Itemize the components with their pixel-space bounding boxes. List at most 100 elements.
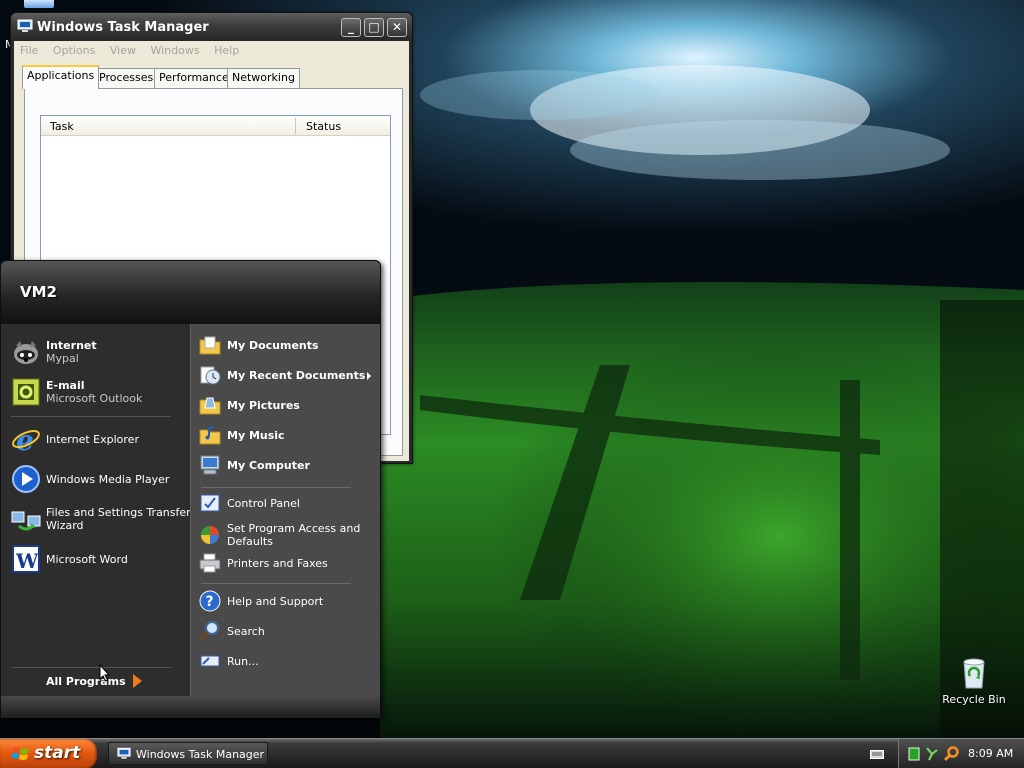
documents-folder-icon: [199, 336, 221, 355]
all-programs-arrow-icon: [133, 674, 142, 688]
setting-control-panel-label: Control Panel: [227, 497, 300, 510]
start-menu-footer: [1, 696, 380, 718]
system-run[interactable]: Run...: [199, 650, 377, 676]
transfer-wizard-icon: [11, 511, 41, 531]
pinned-internet-subtitle: Mypal: [46, 352, 79, 365]
places-separator: [201, 487, 351, 488]
search-tray-icon[interactable]: [944, 746, 960, 762]
setting-printers-faxes-label: Printers and Faxes: [227, 557, 328, 570]
task-list-header: Task Status: [41, 116, 390, 136]
svg-text:e: e: [16, 424, 34, 454]
pinned-separator: [11, 416, 171, 417]
setting-printers-faxes[interactable]: Printers and Faxes: [199, 552, 377, 578]
recycle-bin-label: Recycle Bin: [942, 693, 1006, 706]
music-folder-icon: [199, 426, 221, 445]
program-microsoft-word-label: Microsoft Word: [46, 553, 128, 566]
program-microsoft-word[interactable]: W Microsoft Word: [11, 544, 186, 576]
menu-windows[interactable]: Windows: [150, 41, 199, 61]
menu-options[interactable]: Options: [53, 41, 95, 61]
setting-program-access-label: Set Program Access and: [227, 522, 361, 535]
recycle-bin[interactable]: Recycle Bin: [934, 656, 1014, 706]
column-status[interactable]: Status: [306, 120, 341, 133]
word-icon: W: [12, 545, 40, 573]
recycle-bin-icon: [963, 658, 985, 689]
place-my-recent-documents-label: My Recent Documents: [227, 369, 366, 382]
pinned-internet[interactable]: Internet Mypal: [11, 337, 186, 369]
windows-flag-icon: [12, 747, 29, 760]
setting-program-access-label-line2: Defaults: [227, 535, 273, 548]
tab-applications[interactable]: Applications: [22, 65, 100, 89]
column-separator[interactable]: [295, 118, 296, 134]
place-my-documents[interactable]: My Documents: [199, 334, 377, 360]
place-my-music[interactable]: My Music: [199, 424, 377, 450]
clock[interactable]: 8:09 AM: [968, 747, 1013, 760]
taskbar-button-label: Windows Task Manager: [136, 748, 265, 761]
media-player-icon: [12, 465, 40, 493]
internet-explorer-icon: e: [12, 424, 40, 454]
place-my-computer[interactable]: My Computer: [199, 454, 377, 480]
recent-documents-icon: [200, 366, 221, 385]
green-status-icon[interactable]: [908, 747, 920, 761]
svg-text:W: W: [15, 549, 39, 573]
control-panel-icon: [200, 494, 220, 512]
computer-icon: [200, 455, 220, 475]
taskbar-button-task-manager[interactable]: Windows Task Manager: [108, 742, 268, 765]
system-help-support-label: Help and Support: [227, 595, 324, 608]
place-my-documents-label: My Documents: [227, 339, 319, 352]
task-manager-titlebar[interactable]: Windows Task Manager _ □ ✕: [11, 13, 412, 41]
place-my-pictures-label: My Pictures: [227, 399, 300, 412]
user-name: VM2: [20, 283, 57, 301]
setting-program-access[interactable]: Set Program Access and Defaults: [199, 520, 377, 550]
program-transfer-wizard-label-line2: Wizard: [46, 519, 84, 532]
svg-text:?: ?: [206, 594, 214, 610]
taskbar: start Windows Task Manager 8:09 AM: [0, 738, 1024, 768]
column-task[interactable]: Task: [50, 120, 74, 133]
pictures-folder-icon: [199, 397, 221, 415]
close-button[interactable]: ✕: [387, 18, 407, 37]
place-my-computer-label: My Computer: [227, 459, 310, 472]
start-button[interactable]: start: [0, 739, 97, 768]
submenu-arrow-icon: [367, 372, 371, 380]
system-tray: 8:09 AM: [898, 739, 1024, 768]
system-help-support[interactable]: ? Help and Support: [199, 590, 377, 616]
tab-processes[interactable]: Processes: [94, 68, 159, 88]
system-search[interactable]: Search: [199, 620, 377, 646]
tab-performance[interactable]: Performance: [154, 68, 234, 88]
printer-icon: [199, 553, 221, 573]
place-my-pictures[interactable]: My Pictures: [199, 394, 377, 420]
pinned-email-title: E-mail: [46, 379, 85, 392]
all-programs-label: All Programs: [46, 675, 126, 688]
mouse-cursor-icon: [99, 664, 111, 682]
partial-desktop-icon[interactable]: [24, 0, 54, 8]
network-icon[interactable]: [925, 746, 939, 762]
keyboard-icon[interactable]: [870, 748, 884, 760]
setting-control-panel[interactable]: Control Panel: [199, 492, 377, 518]
place-my-recent-documents[interactable]: My Recent Documents: [199, 364, 377, 390]
program-transfer-wizard-label: Files and Settings Transfer: [46, 506, 191, 519]
program-transfer-wizard[interactable]: Files and Settings Transfer Wizard: [11, 504, 191, 540]
pinned-email[interactable]: E-mail Microsoft Outlook: [11, 377, 186, 409]
menu-help[interactable]: Help: [214, 41, 239, 61]
start-menu-places: My Documents My Recent Documents My Pict…: [190, 324, 380, 696]
program-internet-explorer[interactable]: e Internet Explorer: [11, 424, 186, 456]
tab-networking[interactable]: Networking: [227, 68, 300, 88]
start-menu-programs: Internet Mypal E-mail Microsoft Outlook …: [1, 324, 191, 696]
settings-separator: [201, 583, 351, 584]
help-icon: ?: [199, 590, 221, 612]
menu-file[interactable]: File: [20, 41, 38, 61]
place-my-music-label: My Music: [227, 429, 285, 442]
task-manager-icon: [117, 747, 131, 759]
menu-view[interactable]: View: [110, 41, 136, 61]
program-access-icon: [201, 526, 219, 544]
mypal-icon: [14, 341, 38, 364]
program-media-player[interactable]: Windows Media Player: [11, 464, 186, 496]
system-search-label: Search: [227, 625, 265, 638]
maximize-button[interactable]: □: [364, 18, 384, 37]
all-programs-separator: [11, 667, 171, 668]
system-run-label: Run...: [227, 655, 259, 668]
start-menu-header: VM2: [1, 261, 380, 324]
task-manager-menubar: File Options View Windows Help: [11, 41, 412, 61]
pinned-email-subtitle: Microsoft Outlook: [46, 392, 143, 405]
minimize-button[interactable]: _: [341, 18, 361, 37]
start-menu: VM2 Internet Mypal E-mail Microsoft Outl…: [0, 260, 381, 718]
